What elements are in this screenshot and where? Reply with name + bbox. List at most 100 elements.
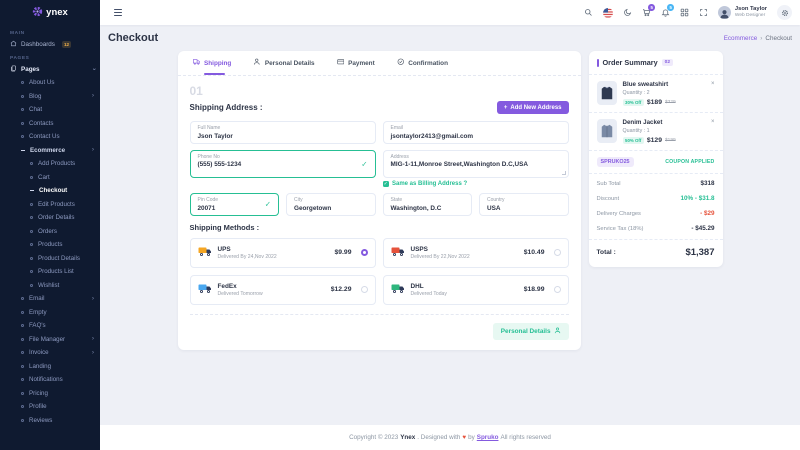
sidebar-item-contact-us[interactable]: Contact Us [0,130,100,144]
personal-details-next-button[interactable]: Personal Details [493,323,569,340]
delivery-charges-row: Delivery Charges - $29 [597,206,715,221]
checkbox-check-icon: ✓ [383,181,390,188]
apps-grid-icon[interactable] [680,8,689,17]
state-field[interactable]: State Washington, D.C [383,193,473,216]
bullet-icon [21,122,24,125]
same-as-billing-checkbox[interactable]: ✓ Same as Billing Address ? [383,181,569,188]
sidebar-item-label: Empty [29,309,47,316]
phone-field[interactable]: Phone No (555) 555-1234 ✓ [190,150,376,178]
sidebar-item-wishlist[interactable]: Wishlist [0,279,100,293]
breadcrumb-parent[interactable]: Ecommerce [724,35,758,42]
settings-gear-icon[interactable] [777,5,792,20]
menu-toggle-icon[interactable] [114,9,122,16]
shipping-method-usps[interactable]: USPS Delivered By 22,Nov 2022 $10.49 [383,238,569,268]
address-textarea[interactable]: Address MIG-1-11,Monroe Street,Washingto… [383,150,569,178]
total-label: Discount [597,196,620,202]
sidebar-item-products-list[interactable]: Products List [0,265,100,279]
sidebar-item-profile[interactable]: Profile [0,400,100,414]
dark-mode-moon-icon[interactable] [623,8,632,17]
sidebar-item-edit-products[interactable]: Edit Products [0,198,100,212]
resize-grip-icon[interactable] [562,171,566,175]
radio-unselected[interactable] [554,286,561,293]
sidebar-item-invoice[interactable]: Invoice› [0,346,100,360]
product-quantity: Quantity : 2 [623,90,715,96]
sidebar-item-empty[interactable]: Empty [0,306,100,320]
chevron-down-icon: › [90,68,97,70]
field-value: Json Taylor [198,133,368,140]
user-menu[interactable]: Json Taylor Web Designer [718,6,767,19]
sidebar-item-product-details[interactable]: Product Details [0,252,100,266]
sidebar-item-chat[interactable]: Chat [0,103,100,117]
sidebar-item-contacts[interactable]: Contacts [0,117,100,131]
radio-selected[interactable] [361,249,368,256]
method-delivery: Delivered By 22,Nov 2022 [411,254,518,260]
radio-unselected[interactable] [554,249,561,256]
tab-confirmation[interactable]: Confirmation [386,51,459,75]
sidebar-item-label: Profile [29,403,47,410]
sidebar-item-pages[interactable]: Pages › [0,63,100,77]
language-flag-icon[interactable] [603,8,613,18]
sidebar-item-label: Edit Products [38,201,75,208]
bullet-icon [21,135,24,138]
field-label: City [294,197,368,203]
full-name-field[interactable]: Full Name Json Taylor [190,121,376,144]
tab-personal-details[interactable]: Personal Details [242,51,325,75]
sidebar-item-email[interactable]: Email› [0,292,100,306]
heart-icon: ♥ [462,434,466,441]
grand-total-value: $1,387 [685,247,714,258]
sidebar-item-landing[interactable]: Landing [0,360,100,374]
radio-unselected[interactable] [361,286,368,293]
sidebar-item-orders[interactable]: Orders [0,225,100,239]
sidebar-item-label: Reviews [29,417,52,424]
cart-icon[interactable]: 5 [642,8,651,17]
app-logo[interactable]: ynex [0,0,100,25]
footer-spruko-link[interactable]: Spruko [477,434,499,441]
sidebar-item-reviews[interactable]: Reviews [0,414,100,428]
shipping-method-ups[interactable]: UPS Delivered By 24,Nov 2022 $9.99 [190,238,376,268]
coupon-code-badge[interactable]: SPRUKO25 [597,157,634,167]
sidebar-item-faqs[interactable]: FAQ's [0,319,100,333]
dhl-truck-icon [391,281,405,299]
sidebar-item-label: Cart [38,174,50,181]
sidebar: ynex MAIN Dashboards 12 PAGES Pages › Ab… [0,0,100,450]
truck-icon [193,58,201,68]
total-value: - $45.29 [691,225,714,232]
tab-label: Shipping [204,60,231,67]
remove-item-icon[interactable]: × [711,81,715,87]
sidebar-item-checkout[interactable]: Checkout [0,184,100,198]
add-new-address-button[interactable]: + Add New Address [497,101,569,114]
method-price: $9.99 [334,249,351,256]
shipping-method-fedex[interactable]: FedEx Delivered Tomorrow $12.29 [190,275,376,305]
email-field[interactable]: Email jsontaylor2413@gmail.com [383,121,569,144]
field-value: jsontaylor2413@gmail.com [391,133,561,140]
sidebar-item-order-details[interactable]: Order Details [0,211,100,225]
nav-section-main: MAIN [0,27,100,38]
sidebar-item-products[interactable]: Products [0,238,100,252]
city-field[interactable]: City Georgetown [286,193,376,216]
sidebar-item-cart[interactable]: Cart [0,171,100,185]
ups-truck-icon [198,244,212,262]
sidebar-item-blog[interactable]: Blog› [0,90,100,104]
sidebar-item-file-manager[interactable]: File Manager› [0,333,100,347]
sidebar-item-ecommerce[interactable]: Ecommerce› [0,144,100,158]
sidebar-item-notifications[interactable]: Notifications [0,373,100,387]
pin-code-field[interactable]: Pin Code 20071 ✓ [190,193,280,216]
coupon-applied-status: COUPON APPLIED [665,159,714,165]
sidebar-item-dashboards[interactable]: Dashboards 12 [0,38,100,52]
tab-shipping[interactable]: Shipping [182,51,243,75]
country-field[interactable]: Country USA [479,193,569,216]
notifications-bell-icon[interactable]: 5 [661,8,670,17]
sidebar-nav: MAIN Dashboards 12 PAGES Pages › About U… [0,25,100,450]
fullscreen-icon[interactable] [699,8,708,17]
sidebar-item-about-us[interactable]: About Us [0,76,100,90]
avatar [718,6,731,19]
tab-payment[interactable]: Payment [326,51,386,75]
field-label: Full Name [198,125,368,131]
sidebar-item-label: Invoice [29,349,49,356]
field-label: Country [487,197,561,203]
sidebar-item-pricing[interactable]: Pricing [0,387,100,401]
remove-item-icon[interactable]: × [711,119,715,125]
shipping-method-dhl[interactable]: DHL Delivered Today $18.99 [383,275,569,305]
sidebar-item-add-products[interactable]: Add Products [0,157,100,171]
search-icon[interactable] [584,8,593,17]
